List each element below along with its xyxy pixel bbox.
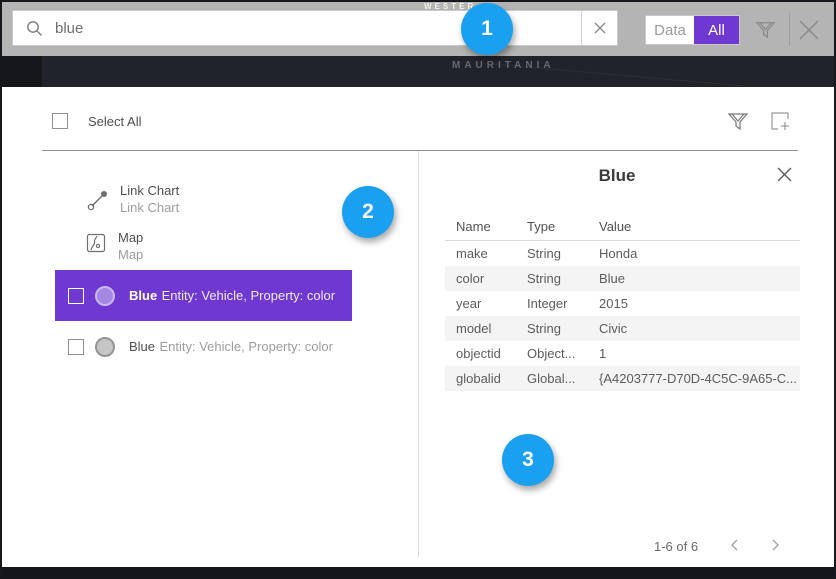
table-row: globalid Global... {A4203777-D70D-4C5C-9…	[445, 366, 800, 391]
search-results-panel: Select All Link Chart Link Chart Map	[2, 87, 834, 567]
result-subtitle: Map	[118, 246, 143, 263]
search-scope-toggle: Data All	[645, 15, 740, 45]
select-all-label: Select All	[88, 114, 141, 129]
map-background: MAURITANIA	[2, 56, 834, 87]
scope-data-button[interactable]: Data	[646, 16, 694, 44]
toolbar-divider	[789, 13, 790, 46]
panel-divider	[42, 150, 798, 151]
table-row: color String Blue	[445, 266, 800, 291]
map-icon	[86, 233, 106, 253]
cell-name: model	[445, 321, 527, 336]
link-chart-icon	[86, 188, 110, 212]
result-subtitle: Link Chart	[120, 199, 179, 216]
map-label-mauritania: MAURITANIA	[452, 60, 555, 71]
entity-icon	[95, 337, 115, 357]
callout-badge-3: 3	[502, 434, 554, 486]
cell-value: 1	[599, 346, 800, 361]
result-item-blue-selected[interactable]: Blue Entity: Vehicle, Property: color	[55, 270, 352, 321]
detail-title: Blue	[432, 166, 802, 186]
cell-value: {A4203777-D70D-4C5C-9A65-C...	[599, 371, 800, 386]
close-detail-icon[interactable]	[776, 166, 793, 183]
column-header-name: Name	[445, 219, 527, 234]
result-title: Blue	[129, 339, 155, 354]
result-title: Link Chart	[120, 182, 179, 199]
select-all-checkbox[interactable]	[52, 113, 68, 129]
result-title: Map	[118, 229, 143, 246]
results-filter-icon[interactable]	[726, 109, 750, 133]
cell-name: year	[445, 296, 527, 311]
result-title: Blue	[129, 288, 157, 303]
result-item-link-chart[interactable]: Link Chart Link Chart	[86, 182, 179, 216]
scope-all-button[interactable]: All	[694, 16, 739, 44]
callout-badge-1: 1	[461, 3, 513, 55]
close-icon[interactable]	[797, 18, 821, 42]
chevron-right-icon[interactable]	[768, 537, 782, 553]
search-box	[12, 10, 618, 46]
cell-value: Civic	[599, 321, 800, 336]
cell-type: String	[527, 321, 599, 336]
cell-type: String	[527, 246, 599, 261]
callout-badge-2: 2	[342, 186, 394, 238]
cell-value: 2015	[599, 296, 800, 311]
cell-name: objectid	[445, 346, 527, 361]
search-toolbar: WESTER Data All	[2, 2, 834, 56]
property-table: Name Type Value make String Honda color …	[445, 212, 800, 391]
pagination-label: 1-6 of 6	[654, 539, 698, 554]
cell-type: Global...	[527, 371, 599, 386]
result-checkbox[interactable]	[68, 288, 84, 304]
cell-name: globalid	[445, 371, 527, 386]
table-row: year Integer 2015	[445, 291, 800, 316]
result-checkbox[interactable]	[68, 339, 84, 355]
cell-value: Honda	[599, 246, 800, 261]
cell-type: Object...	[527, 346, 599, 361]
cell-value: Blue	[599, 271, 800, 286]
cell-type: String	[527, 271, 599, 286]
search-icon	[26, 20, 43, 37]
table-row: model String Civic	[445, 316, 800, 341]
table-header-row: Name Type Value	[445, 212, 800, 241]
result-item-blue[interactable]: Blue Entity: Vehicle, Property: color	[55, 325, 352, 369]
result-subtitle: Entity: Vehicle, Property: color	[159, 339, 332, 354]
add-to-selection-icon[interactable]	[768, 109, 792, 133]
list-detail-divider	[418, 151, 419, 557]
chevron-left-icon[interactable]	[728, 537, 742, 553]
clear-search-button[interactable]	[581, 11, 617, 45]
search-overlay-window: WESTER Data All MAURITANIA Sel	[0, 0, 836, 579]
cell-name: color	[445, 271, 527, 286]
cell-type: Integer	[527, 296, 599, 311]
result-subtitle: Entity: Vehicle, Property: color	[162, 288, 335, 303]
result-item-map[interactable]: Map Map	[86, 229, 143, 263]
entity-icon	[95, 286, 115, 306]
column-header-value: Value	[599, 219, 800, 234]
column-header-type: Type	[527, 219, 599, 234]
table-row: make String Honda	[445, 241, 800, 266]
filter-icon[interactable]	[754, 18, 777, 41]
map-landmass	[2, 56, 42, 87]
map-bottom-edge	[2, 567, 834, 577]
table-row: objectid Object... 1	[445, 341, 800, 366]
cell-name: make	[445, 246, 527, 261]
